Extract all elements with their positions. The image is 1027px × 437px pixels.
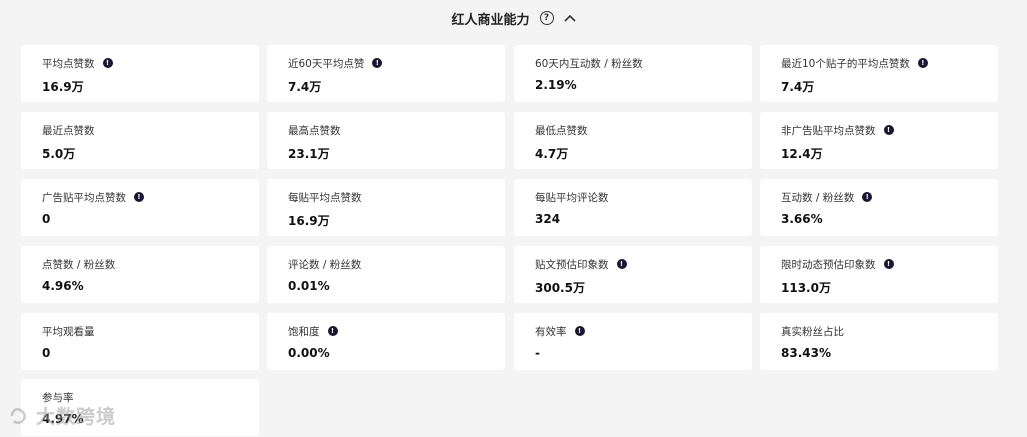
metric-card: 每贴平均点赞数 16.9万 [267,179,505,236]
metric-label: 真实粉丝占比 [781,325,844,338]
metric-card: 评论数 / 粉丝数 0.01% [267,246,505,303]
section-header: 红人商业能力 ? [0,0,1027,36]
metric-label: 广告贴平均点赞数 [42,191,126,204]
metric-label-row: 最近10个贴子的平均点赞数! [781,56,998,70]
info-circle-icon[interactable]: ! [372,58,383,68]
metric-label: 评论数 / 粉丝数 [288,258,362,271]
metric-label: 贴文预估印象数 [535,258,609,271]
metric-label-row: 最高点赞数 [288,123,505,137]
metric-value: 324 [535,212,561,226]
metric-card: 点赞数 / 粉丝数 4.96% [21,246,259,303]
metric-value: 16.9万 [42,80,84,94]
metric-label: 平均观看量 [42,325,95,338]
metric-label-row: 互动数 / 粉丝数! [781,190,998,204]
metric-label-row: 贴文预估印象数! [535,257,752,271]
metric-label-row: 评论数 / 粉丝数 [288,257,505,271]
metric-label-row: 有效率! [535,324,752,338]
metric-label-row: 非广告贴平均点赞数! [781,123,998,137]
metric-value: 3.66% [781,212,823,226]
metric-value: 0.00% [288,346,330,360]
metric-label: 有效率 [535,325,567,338]
metric-card: 广告贴平均点赞数! 0 [21,179,259,236]
metric-value: 5.0万 [42,147,76,161]
metric-label-row: 每贴平均评论数 [535,190,752,204]
metric-card: 60天内互动数 / 粉丝数 2.19% [514,45,752,102]
metric-value: 83.43% [781,346,831,360]
metric-card: 最高点赞数 23.1万 [267,112,505,169]
metric-value: 0.01% [288,279,330,293]
metric-label: 60天内互动数 / 粉丝数 [535,57,643,70]
metric-value: - [535,346,540,360]
metric-card: 平均点赞数! 16.9万 [21,45,259,102]
metric-label: 最低点赞数 [535,124,588,137]
metric-label-row: 平均点赞数! [42,56,259,70]
metric-label-row: 饱和度! [288,324,505,338]
metric-value: 16.9万 [288,214,330,228]
metric-card: 有效率! - [514,313,752,370]
metric-label: 饱和度 [288,325,320,338]
question-circle-icon[interactable]: ? [539,11,554,25]
metric-label: 最高点赞数 [288,124,341,137]
metric-card: 真实粉丝占比 83.43% [760,313,998,370]
info-circle-icon[interactable]: ! [134,192,144,202]
info-circle-icon[interactable]: ! [862,192,873,202]
metric-card: 最近点赞数 5.0万 [21,112,259,169]
metric-label: 每贴平均点赞数 [288,191,362,204]
metric-label-row: 点赞数 / 粉丝数 [42,257,259,271]
metric-card: 互动数 / 粉丝数! 3.66% [760,179,998,236]
metric-label: 非广告贴平均点赞数 [781,124,876,137]
metric-card: 限时动态预估印象数! 113.0万 [760,246,998,303]
metric-label: 最近10个贴子的平均点赞数 [781,57,910,70]
metric-value: 4.7万 [535,147,569,161]
info-circle-icon[interactable]: ! [616,259,627,269]
metric-card: 平均观看量 0 [21,313,259,370]
metric-label-row: 最近点赞数 [42,123,259,137]
metric-card: 饱和度! 0.00% [267,313,505,370]
metric-value: 12.4万 [781,147,823,161]
metric-label: 近60天平均点赞 [288,57,365,70]
metric-label-row: 平均观看量 [42,324,259,338]
metric-label: 限时动态预估印象数 [781,258,876,271]
metric-value: 7.4万 [288,80,322,94]
info-circle-icon[interactable]: ! [883,259,894,269]
info-circle-icon[interactable]: ! [574,326,585,336]
metric-label-row: 真实粉丝占比 [781,324,998,338]
watermark-logo: 大数跨境 [8,402,116,429]
info-circle-icon[interactable]: ! [917,58,928,68]
metric-label-row: 每贴平均点赞数 [288,190,505,204]
chevron-up-icon[interactable] [563,12,576,24]
metric-card: 非广告贴平均点赞数! 12.4万 [760,112,998,169]
metric-label-row: 近60天平均点赞! [288,56,505,70]
metric-card: 贴文预估印象数! 300.5万 [514,246,752,303]
metric-value: 7.4万 [781,80,815,94]
metric-label: 最近点赞数 [42,124,95,137]
info-circle-icon[interactable]: ! [883,125,894,135]
metric-value: 0 [42,346,51,360]
metric-card: 近60天平均点赞! 7.4万 [267,45,505,102]
metric-value: 4.96% [42,279,84,293]
metric-label: 互动数 / 粉丝数 [781,191,855,204]
metric-label: 点赞数 / 粉丝数 [42,258,116,271]
info-circle-icon[interactable]: ! [102,58,113,68]
metric-value: 0 [42,212,51,226]
metric-card: 最低点赞数 4.7万 [514,112,752,169]
metric-label-row: 限时动态预估印象数! [781,257,998,271]
metric-card: 每贴平均评论数 324 [514,179,752,236]
metric-label: 每贴平均评论数 [535,191,609,204]
metric-label-row: 最低点赞数 [535,123,752,137]
metric-label-row: 60天内互动数 / 粉丝数 [535,56,752,70]
section-title: 红人商业能力 [451,12,530,28]
watermark-text: 大数跨境 [36,406,117,428]
info-circle-icon[interactable]: ! [327,326,338,336]
metric-value: 300.5万 [535,281,585,295]
metric-label-row: 广告贴平均点赞数! [42,190,259,204]
metric-value: 23.1万 [288,147,330,161]
metric-value: 2.19% [535,78,577,92]
metric-value: 113.0万 [781,281,831,295]
metric-card: 最近10个贴子的平均点赞数! 7.4万 [760,45,998,102]
metric-label: 平均点赞数 [42,57,95,70]
